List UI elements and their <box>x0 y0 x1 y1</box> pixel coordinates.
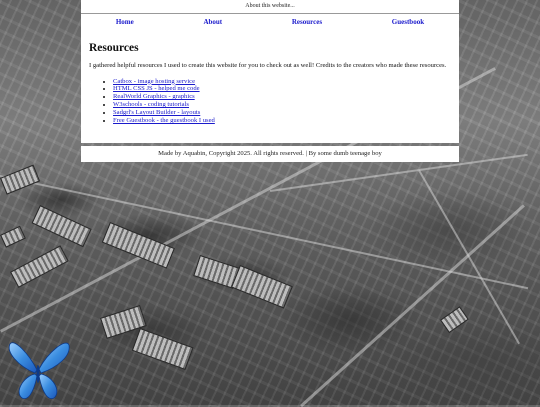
nav-resources[interactable]: Resources <box>292 18 322 26</box>
footer-text: Made by Aquabin, Copyright 2025. All rig… <box>158 150 382 157</box>
list-item: W3schools - coding tutorials <box>113 101 451 109</box>
nav-about[interactable]: About <box>203 18 222 26</box>
resource-link-html-css-js[interactable]: HTML CSS JS - helped me code <box>113 85 200 92</box>
content-panel: Resources I gathered helpful resources I… <box>81 30 459 143</box>
main-nav: Home About Resources Guestbook <box>81 13 459 31</box>
butterfly-icon <box>8 342 70 400</box>
nav-guestbook[interactable]: Guestbook <box>392 18 424 26</box>
list-item: Catbox - image hosting service <box>113 78 451 86</box>
resource-link-w3schools[interactable]: W3schools - coding tutorials <box>113 101 189 108</box>
resource-list: Catbox - image hosting service HTML CSS … <box>89 78 451 125</box>
topbar: About this website... <box>81 0 459 13</box>
nav-home[interactable]: Home <box>116 18 134 26</box>
list-item: Sadgrl's Layout Builder - layouts <box>113 109 451 117</box>
list-item: HTML CSS JS - helped me code <box>113 85 451 93</box>
list-item: RealWorld Graphics - graphics <box>113 93 451 101</box>
intro-text: I gathered helpful resources I used to c… <box>89 62 447 69</box>
footer: Made by Aquabin, Copyright 2025. All rig… <box>81 146 459 162</box>
resource-link-catbox[interactable]: Catbox - image hosting service <box>113 78 195 85</box>
page-title: Resources <box>89 42 139 54</box>
list-item: Free Guestbook - the guestbook I used <box>113 117 451 125</box>
topbar-text: About this website... <box>245 3 295 9</box>
resource-link-realworld-graphics[interactable]: RealWorld Graphics - graphics <box>113 93 195 100</box>
resource-link-sadgrl-layout-builder[interactable]: Sadgrl's Layout Builder - layouts <box>113 109 200 116</box>
resource-link-free-guestbook[interactable]: Free Guestbook - the guestbook I used <box>113 117 215 124</box>
